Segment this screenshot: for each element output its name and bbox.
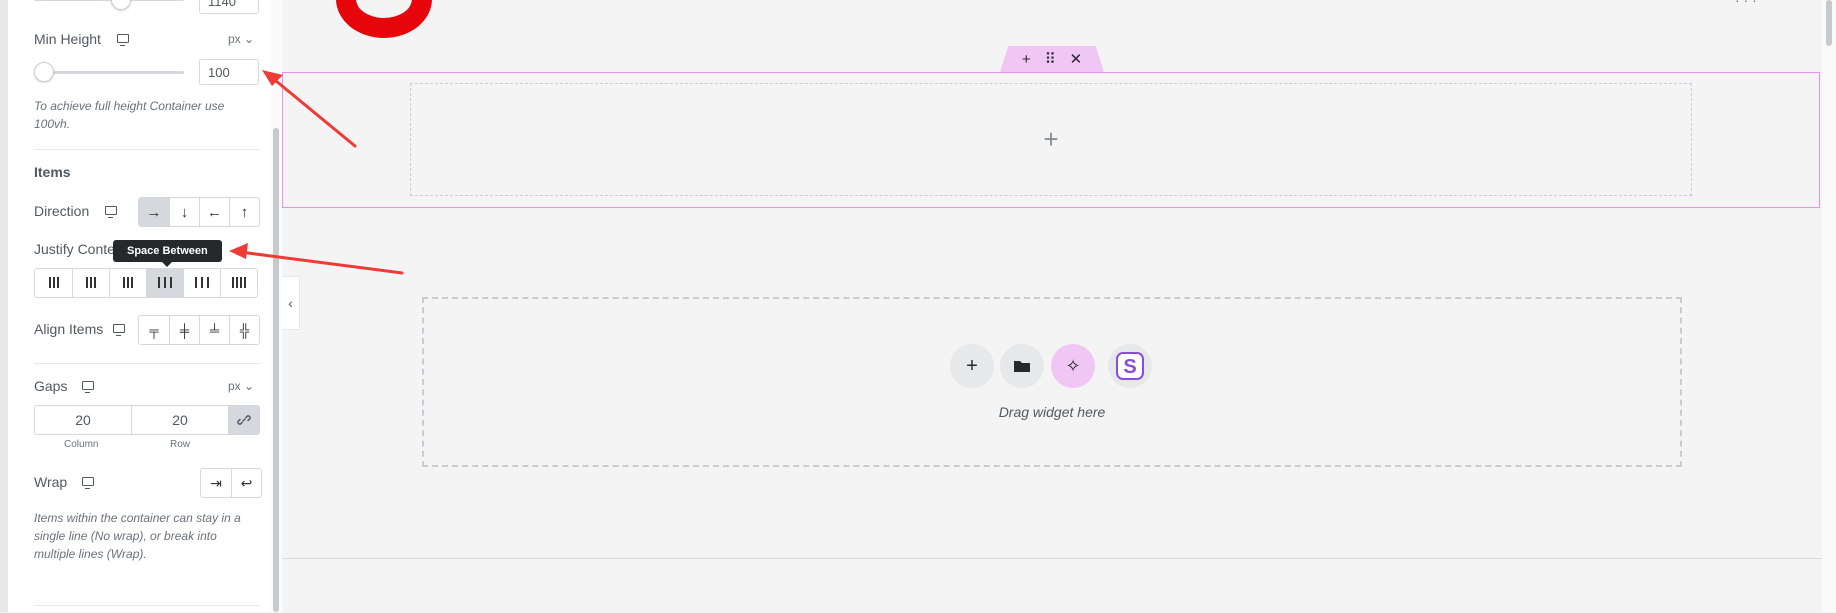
responsive-device-icon[interactable] [105, 206, 117, 218]
min-height-unit-select[interactable]: px ⌄ [228, 32, 254, 46]
section-divider [34, 363, 260, 364]
justify-start-button[interactable] [35, 269, 72, 297]
canvas-footer-area [282, 558, 1822, 613]
canvas-scrollbar-thumb[interactable] [1826, 0, 1832, 46]
min-height-input[interactable]: 100 [199, 59, 259, 85]
plus-icon: + [966, 354, 978, 377]
justify-end-icon [122, 275, 134, 292]
direction-button-group: → ↓ ← ↑ [138, 197, 260, 227]
widget-drop-zone[interactable] [422, 297, 1682, 467]
align-items-label: Align Items [34, 321, 104, 337]
direction-row-reverse-button[interactable]: ← [199, 198, 229, 226]
wrap-help: Items within the container can stay in a… [34, 511, 241, 561]
align-end-icon: ╧ [209, 322, 220, 338]
justify-space-evenly-button[interactable] [220, 269, 257, 297]
wrap-button[interactable]: ↩ [231, 469, 261, 497]
responsive-device-icon[interactable] [113, 324, 125, 336]
drag-handle-icon[interactable]: ⠿ [1045, 50, 1056, 68]
direction-label: Direction [34, 203, 90, 219]
site-kit-button[interactable]: S [1108, 344, 1152, 388]
align-center-icon: ╪ [179, 322, 190, 338]
gap-row-label: Row [170, 439, 191, 450]
template-library-button[interactable] [1000, 344, 1044, 388]
sparkle-icon: ✧ [1065, 355, 1081, 376]
section-divider [34, 605, 260, 606]
items-section-title: Items [34, 164, 71, 180]
drop-zone-text: Drag widget here [998, 404, 1106, 420]
collapse-panel-button[interactable]: ‹ [282, 276, 300, 330]
link-icon [237, 415, 251, 425]
direction-row-button[interactable]: → [139, 198, 169, 226]
align-start-button[interactable]: ╤ [139, 316, 169, 344]
responsive-device-icon[interactable] [117, 34, 129, 46]
justify-space-evenly-icon [231, 275, 247, 292]
min-height-help: To achieve full height Container use 100… [34, 99, 225, 131]
gaps-control: 20 20 [34, 405, 260, 435]
min-height-label: Min Height [34, 31, 101, 47]
link-values-button[interactable] [229, 406, 259, 434]
no-wrap-button[interactable]: ⇥ [201, 469, 231, 497]
align-stretch-button[interactable]: ╬ [229, 316, 259, 344]
gap-row-input[interactable]: 20 [132, 406, 229, 434]
align-start-icon: ╤ [149, 322, 159, 338]
section-divider [34, 149, 260, 150]
gap-column-label: Column [64, 439, 99, 450]
align-items-button-group: ╤ ╪ ╧ ╬ [138, 315, 260, 345]
justify-space-between-button[interactable] [146, 269, 183, 297]
justify-space-between-icon [157, 275, 173, 292]
add-container-icon[interactable]: + [1022, 51, 1031, 68]
direction-column-reverse-button[interactable]: ↑ [229, 198, 259, 226]
justify-content-button-group [34, 268, 258, 298]
wrap-icon: ↩ [240, 474, 253, 491]
folder-icon [1014, 361, 1030, 372]
delete-container-icon[interactable]: ✕ [1070, 50, 1083, 68]
top-right-text: · · · [1735, 0, 1757, 8]
wrap-button-group: ⇥ ↩ [200, 468, 262, 498]
container-handle[interactable]: + ⠿ ✕ [1000, 46, 1104, 72]
responsive-device-icon[interactable] [82, 381, 94, 393]
canvas-scrollbar[interactable] [1822, 0, 1836, 612]
justify-content-label: Justify Conte [34, 241, 115, 257]
gap-column-input[interactable]: 20 [35, 406, 132, 434]
justify-start-icon [48, 275, 60, 292]
s-logo-icon: S [1116, 352, 1144, 380]
gaps-unit-select[interactable]: px ⌄ [228, 379, 254, 393]
justify-space-around-button[interactable] [183, 269, 220, 297]
direction-column-button[interactable]: ↓ [169, 198, 199, 226]
wrap-label: Wrap [34, 474, 68, 490]
max-width-input[interactable]: 1140 [199, 0, 259, 14]
panel-scrollbar-thumb[interactable] [273, 128, 279, 612]
justify-center-button[interactable] [72, 269, 109, 297]
no-wrap-icon: ⇥ [210, 474, 222, 491]
chevron-left-icon: ‹ [288, 295, 293, 311]
min-height-slider[interactable] [34, 71, 184, 74]
align-stretch-icon: ╬ [239, 322, 250, 338]
add-element-icon[interactable]: + [1043, 124, 1058, 155]
justify-end-button[interactable] [109, 269, 146, 297]
max-width-slider[interactable] [34, 0, 184, 1]
justify-center-icon [85, 275, 97, 292]
justify-tooltip: Space Between [113, 240, 222, 267]
justify-space-around-icon [194, 275, 210, 292]
gaps-label: Gaps [34, 378, 68, 394]
align-center-button[interactable]: ╪ [169, 316, 199, 344]
ai-generate-button[interactable]: ✧ [1051, 344, 1095, 388]
align-end-button[interactable]: ╧ [199, 316, 229, 344]
svg-text:S: S [1123, 356, 1136, 378]
responsive-device-icon[interactable] [82, 477, 94, 489]
min-height-slider-knob[interactable] [34, 62, 54, 82]
add-section-button[interactable]: + [950, 344, 994, 388]
inner-empty-container[interactable]: + [410, 83, 1692, 196]
